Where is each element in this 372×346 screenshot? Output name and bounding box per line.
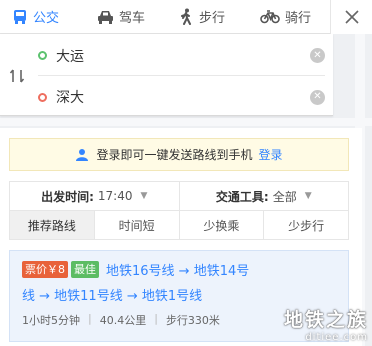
route-lines-part1: 地铁16号线 → 地铁14号 [106, 264, 250, 279]
best-badge: 最佳 [71, 261, 99, 278]
swap-icon[interactable] [9, 68, 25, 84]
origin-dot-icon [38, 51, 47, 60]
divider: | [154, 312, 158, 325]
car-icon [98, 10, 113, 24]
transport-value: 全部 [272, 189, 297, 204]
transport-select[interactable]: 交通工具: 全部 ▼ [180, 182, 349, 210]
mode-label: 骑行 [285, 11, 312, 26]
depart-time-label: 出发时间: [41, 189, 94, 204]
close-button[interactable] [330, 0, 372, 34]
watermark-sub: ditiee.com [305, 332, 368, 343]
route-walk-distance: 步行330米 [165, 314, 220, 327]
destination-dot-icon [38, 92, 47, 102]
watermark: 地铁之族 ditiee.com [284, 305, 368, 343]
login-tip-banner: 登录即可一键发送路线到手机 登录 [9, 138, 349, 171]
mode-label: 驾车 [119, 11, 146, 26]
price-badge: 票价￥8 [22, 261, 68, 278]
caret-down-icon: ▼ [140, 191, 148, 201]
walk-icon [181, 8, 191, 25]
route-distance: 40.4公里 [99, 314, 147, 327]
origin-input[interactable]: 大运 [56, 46, 310, 66]
depart-time-select[interactable]: 出发时间: 17:40 ▼ [10, 182, 180, 210]
mode-label: 步行 [199, 11, 226, 26]
mode-label: 公交 [33, 11, 60, 26]
caret-down-icon: ▼ [304, 191, 312, 201]
route-sort-tabs: 推荐路线 时间短 少换乘 少步行 [9, 210, 349, 240]
divider: | [88, 312, 92, 325]
origin-field[interactable]: 大运 ✕ [38, 36, 325, 76]
login-link[interactable]: 登录 [259, 146, 283, 163]
route-duration: 1小时5分钟 [22, 314, 80, 327]
bus-icon [14, 9, 26, 24]
route-summary: 票价￥8 最佳 地铁16号线 → 地铁14号 [22, 260, 336, 279]
mode-tab-walk[interactable]: 步行 [178, 0, 225, 34]
login-tip-text: 登录即可一键发送路线到手机 [96, 148, 253, 162]
tab-least-walking[interactable]: 少步行 [264, 211, 348, 239]
bike-icon [260, 10, 280, 24]
depart-time-value: 17:40 [97, 189, 133, 203]
route-lines-part2: 线 → 地铁11号线 → 地铁1号线 [22, 289, 203, 304]
clear-origin-icon[interactable]: ✕ [310, 48, 325, 63]
mode-tab-bike[interactable]: 骑行 [260, 0, 311, 34]
mode-tab-bus[interactable]: 公交 [12, 0, 59, 34]
mode-tab-car[interactable]: 驾车 [97, 0, 145, 34]
transport-label: 交通工具: [215, 189, 269, 204]
travel-mode-bar: 公交 驾车 步行 骑行 [0, 0, 372, 34]
watermark-main: 地铁之族 [283, 309, 368, 331]
tab-fewest-transfers[interactable]: 少换乘 [180, 211, 265, 239]
clear-destination-icon[interactable]: ✕ [310, 89, 325, 105]
route-filters: 出发时间: 17:40 ▼ 交通工具: 全部 ▼ [9, 181, 349, 211]
tab-recommended[interactable]: 推荐路线 [10, 211, 95, 239]
destination-field[interactable]: 深大 ✕ [38, 77, 325, 117]
close-icon [344, 10, 359, 24]
route-search-box: 大运 ✕ 深大 ✕ [0, 34, 333, 116]
user-icon [76, 148, 89, 161]
tab-shortest-time[interactable]: 时间短 [95, 211, 180, 239]
destination-input[interactable]: 深大 [56, 87, 310, 107]
